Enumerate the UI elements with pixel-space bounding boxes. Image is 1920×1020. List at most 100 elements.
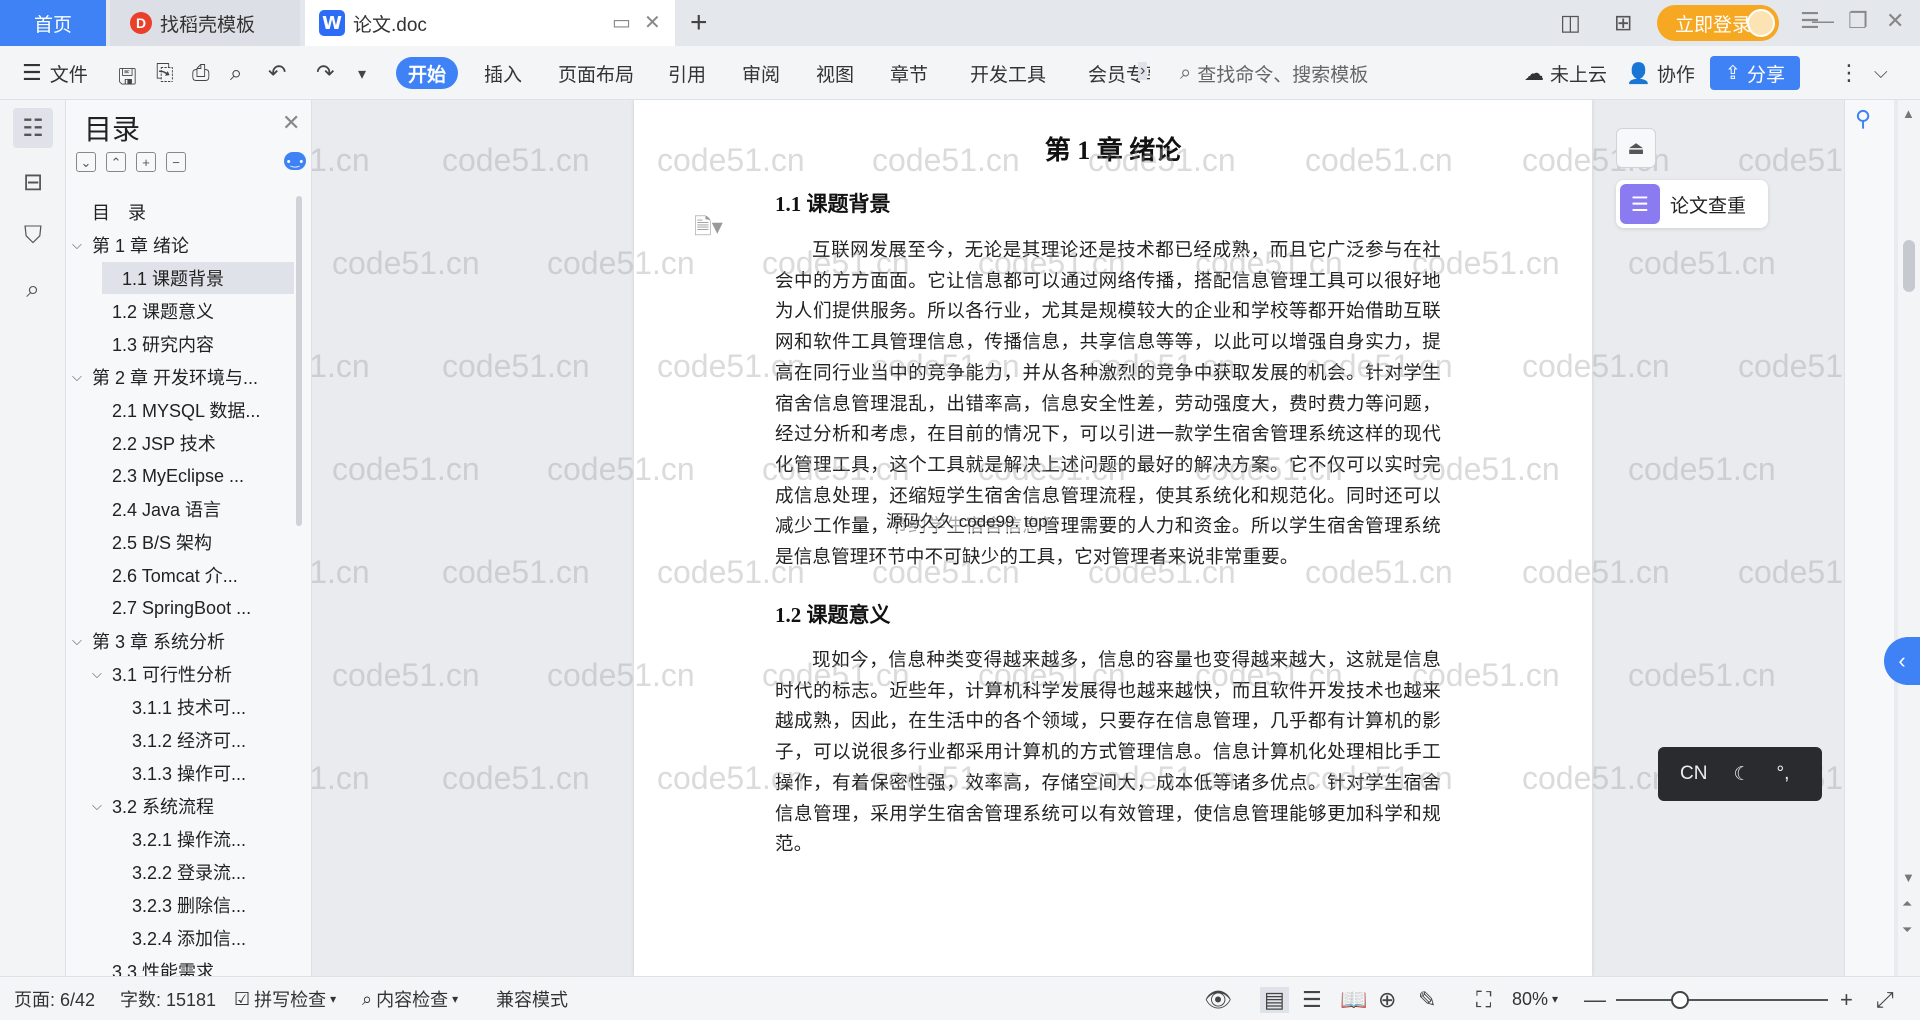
zoom-slider-knob[interactable] [1670, 991, 1689, 1009]
toc-item[interactable]: 3.1.2 经济可... [66, 724, 294, 756]
toc-item[interactable]: 2.3 MyEclipse ... [66, 460, 294, 492]
toc-item[interactable]: ⌵ 3.2 系统流程 [66, 790, 294, 822]
content-check-button[interactable]: ⌕ 内容检查 ▾ [362, 977, 458, 1020]
cloud-status[interactable]: ☁ 未上云 [1524, 46, 1607, 100]
toc-item[interactable]: 3.2.3 删除信... [66, 889, 294, 921]
reading-layout-icon[interactable]: ◫ [1560, 10, 1581, 36]
toc-item[interactable]: 1.3 研究内容 [66, 328, 294, 360]
moon-icon[interactable]: ☾ [1733, 763, 1750, 786]
collapse-all-icon[interactable]: ⌄ [76, 152, 96, 172]
menu-start[interactable]: 开始 [396, 57, 458, 89]
paragraph-tool-icon[interactable]: 🗎▾ [694, 210, 723, 248]
vertical-scrollbar[interactable]: ▲ ▼ ⏶ ⏷ [1898, 100, 1920, 976]
window-close-icon[interactable]: ✕ [1886, 8, 1904, 34]
pen-icon[interactable]: ✎ [1418, 987, 1436, 1013]
share-button[interactable]: ⇪ 分享 [1710, 56, 1800, 90]
toc-item[interactable]: 3.2.4 添加信... [66, 922, 294, 954]
page-indicator[interactable]: 页面: 6/42 [14, 977, 95, 1020]
toc-item[interactable]: 3.2.2 登录流... [66, 856, 294, 888]
plagiarism-check-button[interactable]: ☰ 论文查重 [1616, 180, 1768, 228]
toc-item[interactable]: 2.2 JSP 技术 [66, 427, 294, 459]
tab-home[interactable]: 首页 [0, 0, 106, 46]
toc-item[interactable]: 3.2.1 操作流... [66, 823, 294, 855]
close-tab-icon[interactable]: ✕ [644, 10, 661, 35]
float-window-icon[interactable]: ▭ [612, 10, 631, 35]
remove-heading-icon[interactable]: − [166, 152, 186, 172]
fit-page-icon[interactable]: ⛶ [1476, 987, 1491, 1013]
scroll-down-icon[interactable]: ▼ [1902, 870, 1915, 885]
toc-item[interactable]: 3.3 性能需求 [66, 955, 294, 976]
toc-item[interactable]: 2.7 SpringBoot ... [66, 592, 294, 624]
more-menus-icon[interactable]: › [1138, 62, 1148, 80]
ai-toc-icon[interactable]: •‿• [284, 152, 306, 170]
quick-access-dropdown-icon[interactable]: ▾ [358, 64, 366, 84]
scroll-thumb[interactable] [1903, 240, 1915, 292]
command-search[interactable]: ⌕ 查找命令、搜索模板 [1180, 46, 1368, 100]
save-icon[interactable]: 🖫 [118, 60, 137, 98]
document-page[interactable]: 🗎▾ 第 1 章 绪论 1.1 课题背景 互联网发展至今，无论是其理论还是技术都… [634, 100, 1592, 976]
fullscreen-icon[interactable]: ⤢ [1876, 987, 1894, 1013]
web-view-icon[interactable]: ⊕ [1378, 987, 1396, 1013]
undo-icon[interactable]: ↶ [268, 60, 286, 86]
toc-item[interactable]: ⌵ 第 2 章 开发环境与... [66, 361, 294, 393]
outline-view-icon[interactable]: ☰ [1302, 987, 1322, 1013]
collaborate-button[interactable]: 👤 协作 [1626, 46, 1695, 100]
apps-grid-icon[interactable]: ⊞ [1614, 10, 1632, 36]
toc-item[interactable]: ⌵ 3.1 可行性分析 [66, 658, 294, 690]
expand-up-icon[interactable]: ⌃ [106, 152, 126, 172]
zoom-out-icon[interactable]: — [1584, 987, 1606, 1013]
ime-toolbar[interactable]: CN ☾ °, [1658, 747, 1822, 801]
eye-protection-icon[interactable]: 👁 [1204, 987, 1232, 1013]
new-tab-icon[interactable]: + [690, 6, 708, 40]
chevron-down-icon[interactable]: ⌵ [72, 237, 92, 253]
navigation-icon[interactable]: ⊟ [13, 162, 53, 202]
export-pdf-icon[interactable]: ⎘ [156, 60, 174, 86]
toc-scrollbar[interactable] [296, 196, 302, 526]
page-up-icon[interactable]: ⏶ [1902, 896, 1912, 912]
menu-view[interactable]: 视图 [816, 46, 854, 100]
menu-references[interactable]: 引用 [668, 46, 706, 100]
chevron-down-icon[interactable]: ⌵ [72, 633, 92, 649]
find-icon[interactable]: ⌕ [13, 270, 53, 310]
menu-page-layout[interactable]: 页面布局 [558, 46, 634, 100]
scroll-up-icon[interactable]: ▲ [1902, 106, 1915, 121]
print-preview-icon[interactable]: ⌕ [230, 60, 242, 86]
chevron-down-icon[interactable]: ⌵ [92, 798, 112, 814]
toc-item[interactable]: 目 录 [66, 196, 294, 228]
word-count[interactable]: 字数: 15181 [120, 977, 216, 1020]
add-heading-icon[interactable]: + [136, 152, 156, 172]
toc-item[interactable]: 1.1 课题背景 [102, 262, 294, 294]
location-pin-icon[interactable]: ⚲ [1855, 106, 1871, 132]
collapse-panel-icon[interactable]: ⏏ [1616, 128, 1656, 168]
menu-chapter[interactable]: 章节 [890, 46, 928, 100]
reading-view-icon[interactable]: 📖 [1340, 987, 1367, 1013]
toc-item[interactable]: ⌵ 第 1 章 绪论 [66, 229, 294, 261]
file-menu[interactable]: ☰ 文件 [22, 46, 88, 100]
menu-insert[interactable]: 插入 [484, 46, 522, 100]
toc-item[interactable]: 3.1.3 操作可... [66, 757, 294, 789]
bookmark-icon[interactable]: ⛉ [13, 216, 53, 256]
collapse-ribbon-icon[interactable]: ⌵ [1874, 62, 1888, 83]
restore-icon[interactable]: ❐ [1848, 8, 1868, 34]
print-icon[interactable]: ⎙ [192, 60, 210, 86]
zoom-slider[interactable] [1616, 991, 1828, 1009]
zoom-in-icon[interactable]: + [1840, 987, 1853, 1013]
more-options-icon[interactable]: ⋮ [1838, 60, 1860, 86]
close-icon[interactable]: ✕ [282, 110, 300, 136]
chevron-down-icon[interactable]: ⌵ [72, 369, 92, 385]
punctuation-icon[interactable]: °, [1777, 763, 1790, 785]
toc-item[interactable]: ⌵ 第 3 章 系统分析 [66, 625, 294, 657]
tab-find-template[interactable]: D 找稻壳模板 [110, 0, 300, 46]
toc-item[interactable]: 2.6 Tomcat 介... [66, 559, 294, 591]
zoom-select[interactable]: 80% ▾ [1512, 977, 1558, 1020]
toc-item[interactable]: 2.1 MYSQL 数据... [66, 394, 294, 426]
page-down-icon[interactable]: ⏷ [1902, 922, 1912, 938]
chevron-down-icon[interactable]: ⌵ [92, 666, 112, 682]
toc-item[interactable]: 2.4 Java 语言 [66, 493, 294, 525]
spell-check-button[interactable]: ☑ 拼写检查 ▾ [234, 977, 336, 1020]
toc-panel-icon[interactable]: ☷ [13, 108, 53, 148]
menu-review[interactable]: 审阅 [742, 46, 780, 100]
toc-item[interactable]: 1.2 课题意义 [66, 295, 294, 327]
minimize-icon[interactable]: — [1812, 8, 1834, 34]
redo-icon[interactable]: ↷ [316, 60, 334, 86]
